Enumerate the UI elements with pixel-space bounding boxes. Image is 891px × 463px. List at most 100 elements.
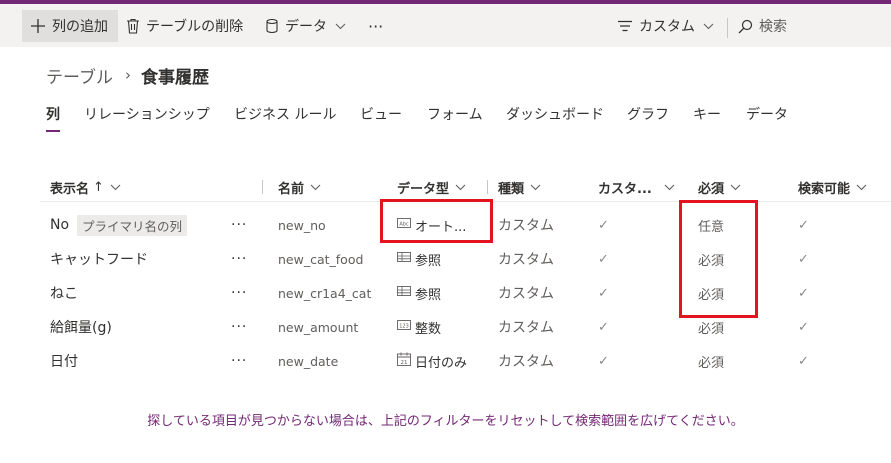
row-searchable-check: ✓ xyxy=(798,285,809,301)
tab-dashboards[interactable]: ダッシュボード xyxy=(506,104,604,132)
header-display-name[interactable]: 表示名 ↑ xyxy=(50,176,121,198)
row-data-type: 参照 xyxy=(397,242,441,276)
row-data-type-label: 日付のみ xyxy=(415,355,468,371)
plus-icon xyxy=(30,18,46,34)
search-icon xyxy=(738,19,753,34)
header-divider xyxy=(487,180,488,194)
row-display-name: 給餌量(g) xyxy=(50,320,112,336)
row-customizable-check: ✓ xyxy=(598,217,609,233)
row-data-type: 21 日付のみ xyxy=(397,344,467,378)
row-customizable-check: ✓ xyxy=(598,251,609,267)
delete-table-button[interactable]: テーブルの削除 xyxy=(126,10,243,42)
breadcrumb-tables-link[interactable]: テーブル xyxy=(46,63,113,88)
chevron-down-icon xyxy=(703,23,714,30)
row-data-type: 参照 xyxy=(397,276,441,310)
trash-icon xyxy=(126,18,140,34)
header-required-label: 必須 xyxy=(698,181,725,197)
row-more-button[interactable]: ··· xyxy=(231,310,247,344)
search-box[interactable]: 検索 xyxy=(738,10,787,42)
tab-forms[interactable]: フォーム xyxy=(427,104,483,132)
header-display-name-label: 表示名 xyxy=(50,181,90,197)
row-schema-name: new_cat_food xyxy=(278,251,364,267)
row-kind: カスタム xyxy=(498,218,554,234)
row-data-type: 123 整数 xyxy=(397,310,441,344)
header-searchable[interactable]: 検索可能 xyxy=(798,176,867,198)
tab-columns[interactable]: 列 xyxy=(46,104,60,132)
breadcrumb-separator: › xyxy=(124,66,131,84)
sort-ascending-icon: ↑ xyxy=(93,179,104,195)
row-display-name: ねこ xyxy=(50,286,78,302)
row-data-type-label: 参照 xyxy=(415,287,442,303)
row-schema-name: new_amount xyxy=(278,319,359,335)
add-column-button[interactable]: 列の追加 xyxy=(22,10,118,42)
row-searchable-check: ✓ xyxy=(798,319,809,335)
tab-charts[interactable]: グラフ xyxy=(627,104,669,132)
highlight-box-required xyxy=(679,200,758,318)
row-more-button[interactable]: ··· xyxy=(231,344,247,378)
header-name[interactable]: 名前 xyxy=(278,176,321,198)
header-required[interactable]: 必須 xyxy=(698,176,741,198)
row-kind: カスタム xyxy=(498,320,554,336)
row-schema-name: new_date xyxy=(278,353,339,369)
header-data-type[interactable]: データ型 xyxy=(397,176,466,198)
svg-text:21: 21 xyxy=(401,360,408,366)
row-kind: カスタム xyxy=(498,354,554,370)
tab-data[interactable]: データ xyxy=(746,104,788,132)
svg-text:123: 123 xyxy=(399,323,409,329)
header-kind-label: 種類 xyxy=(498,181,525,197)
chevron-down-icon xyxy=(110,180,121,195)
row-searchable-check: ✓ xyxy=(798,353,809,369)
row-schema-name: new_cr1a4_cat xyxy=(278,285,372,301)
row-searchable-check: ✓ xyxy=(798,217,809,233)
row-customizable-check: ✓ xyxy=(598,353,609,369)
row-data-type-label: 整数 xyxy=(415,321,442,337)
breadcrumb: テーブル › 食事履歴 xyxy=(46,62,209,88)
lookup-table-icon xyxy=(397,251,415,267)
row-display-name: キャットフード xyxy=(50,252,148,268)
command-separator xyxy=(727,18,728,38)
table-row[interactable]: 日付 ··· new_date 21 日付のみ カスタム ✓ 必須 ✓ xyxy=(0,344,891,378)
chevron-down-icon xyxy=(730,180,741,195)
data-menu-button[interactable]: データ xyxy=(265,10,346,42)
row-display-name: No プライマリ名の列 xyxy=(50,208,188,242)
chevron-down-icon xyxy=(664,180,675,195)
header-customizable[interactable]: カスタ... xyxy=(598,176,675,198)
chevron-down-icon xyxy=(310,180,321,195)
chevron-down-icon xyxy=(530,180,541,195)
highlight-box-data-type xyxy=(380,199,493,243)
row-more-button[interactable]: ··· xyxy=(231,276,247,310)
row-customizable-check: ✓ xyxy=(598,285,609,301)
row-schema-name: new_no xyxy=(278,217,326,233)
chevron-down-icon xyxy=(455,180,466,195)
filter-lines-icon xyxy=(617,20,633,32)
page-title: 食事履歴 xyxy=(140,67,209,88)
view-selector-label: カスタム xyxy=(639,19,695,35)
tab-keys[interactable]: キー xyxy=(693,104,721,132)
row-customizable-check: ✓ xyxy=(598,319,609,335)
header-name-label: 名前 xyxy=(278,181,305,197)
tab-views[interactable]: ビュー xyxy=(360,104,402,132)
lookup-table-icon xyxy=(397,285,415,301)
row-more-button[interactable]: ··· xyxy=(231,208,247,242)
more-commands-button[interactable]: ··· xyxy=(368,10,383,42)
command-bar: 列の追加 テーブルの削除 データ ··· カスタム 検索 xyxy=(0,4,891,47)
chevron-down-icon xyxy=(335,23,346,30)
primary-name-badge: プライマリ名の列 xyxy=(77,214,188,236)
view-selector-button[interactable]: カスタム xyxy=(617,10,714,42)
row-more-button[interactable]: ··· xyxy=(231,242,247,276)
header-divider xyxy=(262,180,263,194)
row-kind: カスタム xyxy=(498,252,554,268)
tab-business-rules[interactable]: ビジネス ルール xyxy=(234,104,336,132)
row-kind: カスタム xyxy=(498,286,554,302)
no-results-hint: 探している項目が見つからない場合は、上記のフィルターをリセットして検索範囲を広げ… xyxy=(147,414,744,429)
row-display-name: 日付 xyxy=(50,354,78,370)
tab-relationships[interactable]: リレーションシップ xyxy=(84,104,210,132)
delete-table-label: テーブルの削除 xyxy=(146,19,244,35)
header-kind[interactable]: 種類 xyxy=(498,176,541,198)
header-searchable-label: 検索可能 xyxy=(798,181,851,197)
tab-bar: 列 リレーションシップ ビジネス ルール ビュー フォーム ダッシュボード グラ… xyxy=(0,104,891,132)
row-searchable-check: ✓ xyxy=(798,251,809,267)
row-data-type-label: 参照 xyxy=(415,253,442,269)
calendar-icon: 21 xyxy=(397,352,415,370)
search-placeholder: 検索 xyxy=(759,19,787,35)
